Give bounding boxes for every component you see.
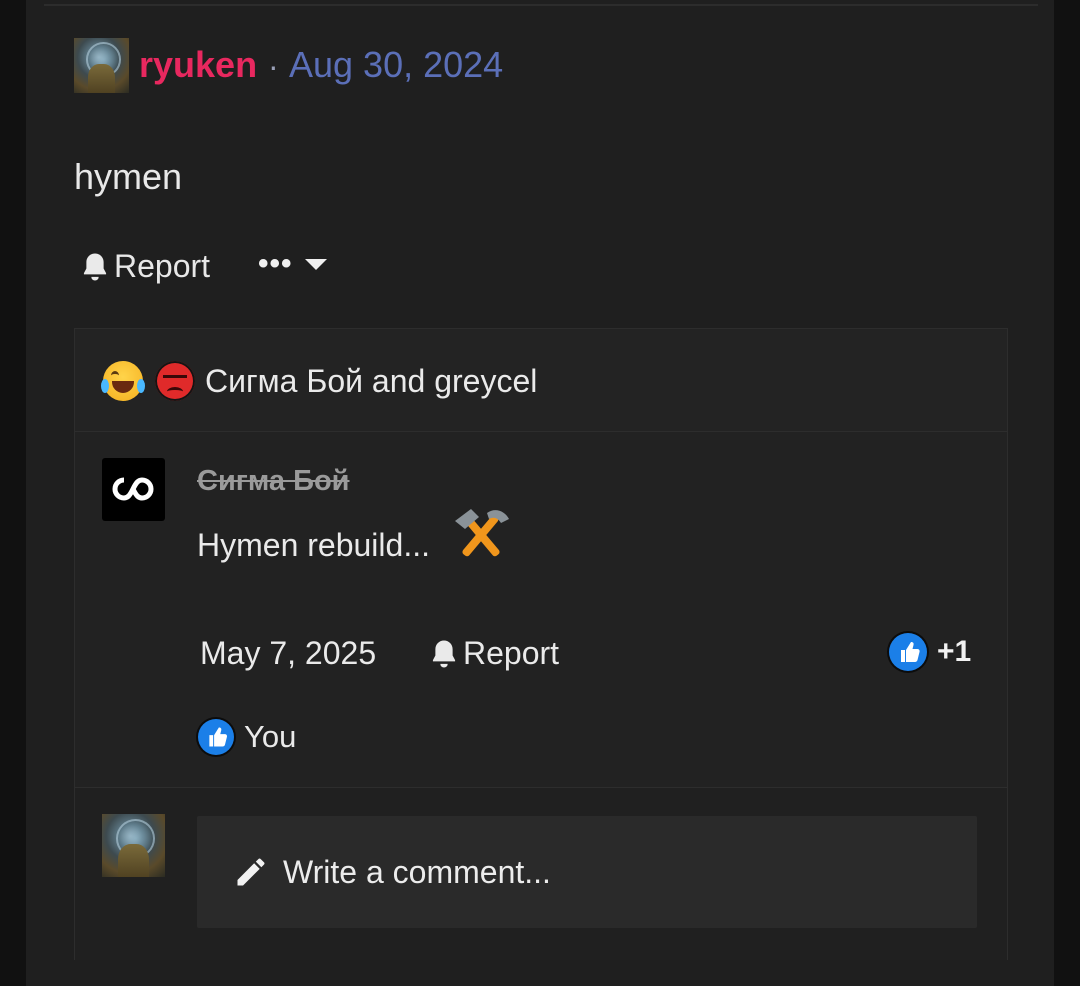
like-button[interactable]: +1 — [889, 633, 971, 671]
comment-placeholder: Write a comment... — [283, 854, 551, 890]
post-author-avatar[interactable] — [74, 38, 129, 93]
post-body: hymen — [74, 156, 183, 197]
angry-face-emoji-icon — [155, 361, 195, 401]
thumbs-up-icon — [198, 719, 234, 755]
like-count: +1 — [937, 635, 972, 668]
laughing-crying-emoji-icon — [101, 361, 145, 401]
bell-icon — [83, 252, 107, 281]
reactors-text[interactable]: Сигма Бой and greycel — [205, 363, 537, 400]
comment-report-label: Report — [463, 635, 560, 671]
comment-composer: Write a comment... — [75, 787, 1007, 960]
comment-date[interactable]: May 7, 2025 — [200, 635, 376, 672]
infinity-logo-icon — [112, 477, 154, 501]
current-user-avatar[interactable] — [102, 814, 165, 877]
divider — [44, 4, 1038, 6]
report-label: Report — [114, 248, 211, 284]
pencil-icon — [237, 858, 265, 886]
bell-icon — [432, 639, 456, 668]
caret-down-icon — [304, 258, 327, 270]
header-separator: · — [268, 48, 279, 84]
post-author-name[interactable]: ryuken — [139, 44, 257, 86]
comment-author-avatar[interactable] — [102, 458, 165, 521]
comment-report-button[interactable]: Report — [429, 635, 559, 672]
comment-input[interactable]: Write a comment... — [197, 816, 977, 928]
thumbs-up-icon — [889, 633, 927, 671]
hammer-and-pick-icon — [455, 509, 509, 557]
comment-author-name[interactable]: Сигма Бой — [197, 465, 350, 498]
reactions-summary[interactable]: Сигма Бой and greycel — [75, 329, 1007, 432]
more-options-button[interactable]: ••• — [258, 247, 327, 280]
liked-by-text: You — [244, 719, 297, 754]
liked-by-row[interactable]: You — [198, 719, 296, 755]
post-actions: Report ••• — [80, 248, 327, 285]
comment-text: Hymen rebuild... — [197, 527, 430, 563]
ellipsis-icon: ••• — [258, 247, 293, 280]
comments-section: Сигма Бой and greycel Сигма Бой Hymen re… — [74, 328, 1008, 960]
report-button[interactable]: Report — [80, 248, 210, 285]
post-date[interactable]: Aug 30, 2024 — [289, 44, 503, 86]
